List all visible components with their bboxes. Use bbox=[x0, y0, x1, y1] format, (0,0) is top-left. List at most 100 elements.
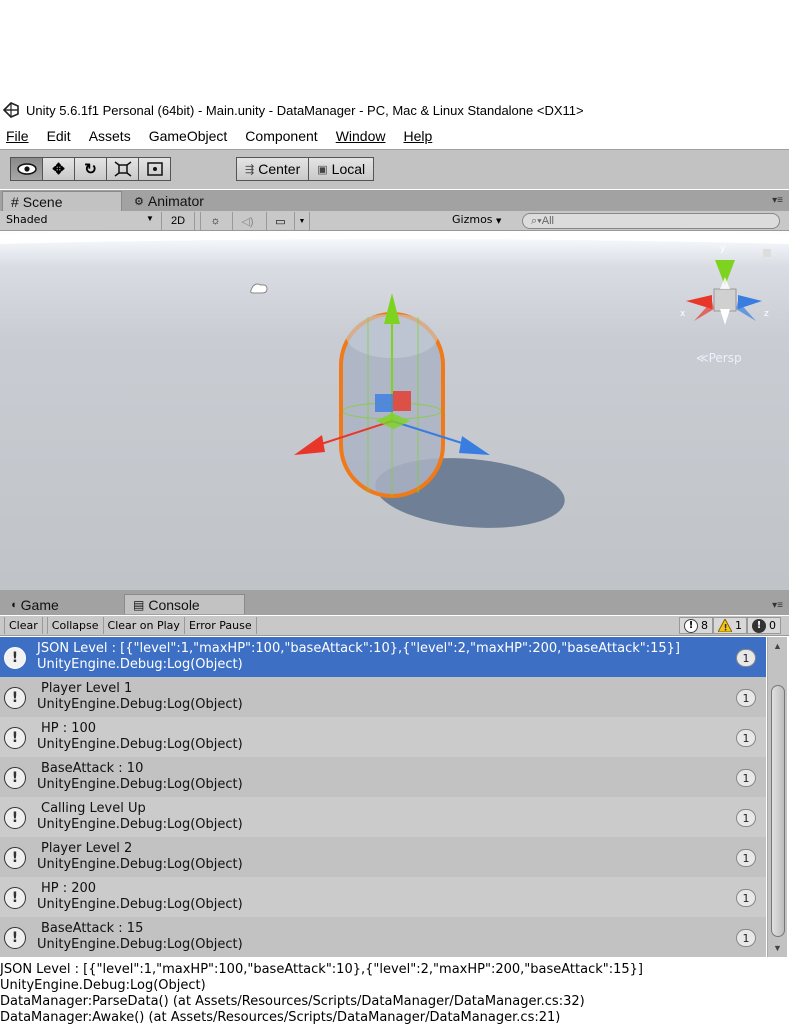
tab-menu-icon[interactable]: ▾≡ bbox=[772, 600, 783, 611]
log-scrollbar[interactable]: ▲ ▼ bbox=[767, 637, 787, 957]
menu-assets[interactable]: Assets bbox=[89, 128, 131, 144]
log-entry[interactable]: ! BaseAttack : 15 UnityEngine.Debug:Log(… bbox=[0, 917, 766, 957]
rotate-tool-button[interactable]: ↻ bbox=[74, 157, 107, 181]
info-icon: ! bbox=[4, 647, 26, 669]
tab-game-label: Game bbox=[20, 597, 59, 613]
menu-window[interactable]: Window bbox=[336, 128, 386, 144]
log-message: BaseAttack : 10 bbox=[41, 761, 144, 776]
scroll-up-icon[interactable]: ▲ bbox=[773, 641, 782, 651]
log-entry[interactable]: ! BaseAttack : 10 UnityEngine.Debug:Log(… bbox=[0, 757, 766, 797]
orientation-gizmo[interactable]: x y z ≪Persp bbox=[680, 244, 771, 365]
tab-console[interactable]: ▤ Console bbox=[124, 594, 245, 614]
main-toolbar: ✥ ↻ ⇶ Center ▣ Local bbox=[0, 149, 789, 189]
error-icon: ! bbox=[752, 618, 766, 633]
log-entry[interactable]: ! Player Level 2 UnityEngine.Debug:Log(O… bbox=[0, 837, 766, 877]
menu-help[interactable]: Help bbox=[403, 128, 432, 144]
log-message: JSON Level : [{"level":1,"maxHP":100,"ba… bbox=[37, 641, 680, 656]
2d-label: 2D bbox=[170, 215, 186, 227]
info-filter-toggle[interactable]: ! 8 bbox=[679, 617, 713, 634]
scrollbar-thumb[interactable] bbox=[771, 685, 785, 937]
animator-icon: ⚙ bbox=[134, 195, 144, 208]
info-icon: ! bbox=[4, 767, 26, 789]
scene-tab-bar: # Scene ⚙ Animator ▾≡ bbox=[0, 190, 789, 211]
search-icon: ⌕▾ bbox=[531, 215, 542, 227]
tab-animator[interactable]: ⚙ Animator bbox=[126, 191, 212, 211]
tab-scene[interactable]: # Scene bbox=[2, 191, 122, 211]
rect-tool-button[interactable] bbox=[138, 157, 171, 181]
log-collapse-count: 1 bbox=[736, 809, 756, 827]
effects-dropdown[interactable]: ▼ bbox=[294, 212, 310, 230]
pivot-local-label: Local bbox=[331, 161, 366, 177]
tab-menu-icon[interactable]: ▾≡ bbox=[772, 195, 783, 206]
tab-animator-label: Animator bbox=[147, 193, 204, 209]
console-log-list[interactable]: ! JSON Level : [{"level":1,"maxHP":100,"… bbox=[0, 637, 766, 957]
hand-tool-button[interactable] bbox=[10, 157, 43, 181]
log-message: Calling Level Up bbox=[41, 801, 146, 816]
error-filter-toggle[interactable]: ! 0 bbox=[747, 617, 781, 634]
audio-toggle[interactable]: ◁) bbox=[232, 212, 262, 230]
menu-bar: File Edit Assets GameObject Component Wi… bbox=[0, 124, 789, 148]
rect-transform-icon bbox=[146, 162, 163, 176]
log-entry[interactable]: ! Player Level 1 UnityEngine.Debug:Log(O… bbox=[0, 677, 766, 717]
2d-toggle[interactable]: 2D bbox=[161, 212, 195, 230]
pivot-center-button[interactable]: ⇶ Center bbox=[236, 157, 310, 181]
log-source: UnityEngine.Debug:Log(Object) bbox=[37, 937, 243, 952]
warning-filter-toggle[interactable]: ! 1 bbox=[713, 617, 747, 634]
clear-button[interactable]: Clear bbox=[4, 617, 43, 634]
info-icon: ! bbox=[4, 887, 26, 909]
log-message: Player Level 2 bbox=[41, 841, 133, 856]
scene-search-input[interactable]: ⌕▾All bbox=[522, 213, 780, 229]
error-pause-button[interactable]: Error Pause bbox=[185, 617, 257, 634]
tab-game[interactable]: ◖ Game bbox=[2, 595, 67, 615]
detail-line[interactable]: DataManager:ParseData() (at Assets/Resou… bbox=[0, 994, 789, 1010]
scene-canvas[interactable]: x y z ≪Persp bbox=[0, 231, 789, 590]
z-axis-arrow[interactable] bbox=[459, 436, 490, 455]
move-tool-button[interactable]: ✥ bbox=[42, 157, 75, 181]
effects-toggle[interactable]: ▭ bbox=[266, 212, 294, 230]
projection-text: Persp bbox=[709, 351, 742, 365]
menu-component[interactable]: Component bbox=[245, 128, 317, 144]
warning-count: 1 bbox=[735, 619, 742, 632]
x-axis-arrow[interactable] bbox=[294, 435, 325, 455]
tab-console-label: Console bbox=[148, 596, 200, 613]
window-title-bar: Unity 5.6.1f1 Personal (64bit) - Main.un… bbox=[0, 98, 789, 122]
log-collapse-count: 1 bbox=[736, 849, 756, 867]
console-icon: ▤ bbox=[133, 597, 145, 612]
error-count: 0 bbox=[769, 619, 776, 632]
lighting-toggle[interactable]: ☼ bbox=[200, 212, 230, 230]
log-collapse-count: 1 bbox=[736, 929, 756, 947]
projection-label[interactable]: ≪Persp bbox=[696, 351, 742, 365]
eye-icon bbox=[16, 163, 37, 175]
log-entry[interactable]: ! Calling Level Up UnityEngine.Debug:Log… bbox=[0, 797, 766, 837]
horizon-line bbox=[0, 231, 789, 244]
gizmos-dropdown[interactable]: Gizmos ▼ bbox=[452, 213, 501, 226]
log-source: UnityEngine.Debug:Log(Object) bbox=[37, 897, 243, 912]
axis-x-label: x bbox=[680, 309, 686, 319]
collapse-button[interactable]: Collapse bbox=[46, 617, 104, 634]
log-entry[interactable]: ! HP : 200 UnityEngine.Debug:Log(Object)… bbox=[0, 877, 766, 917]
menu-gameobject[interactable]: GameObject bbox=[149, 128, 228, 144]
dropdown-arrow-icon: ▼ bbox=[496, 217, 502, 225]
log-detail-pane[interactable]: JSON Level : [{"level":1,"maxHP":100,"ba… bbox=[0, 962, 789, 1030]
menu-file[interactable]: File bbox=[6, 128, 29, 144]
clear-on-play-button[interactable]: Clear on Play bbox=[104, 617, 185, 634]
pivot-local-button[interactable]: ▣ Local bbox=[308, 157, 375, 181]
y-axis-arrow[interactable] bbox=[384, 293, 400, 324]
unity-logo-icon bbox=[2, 102, 19, 118]
log-entry[interactable]: ! JSON Level : [{"level":1,"maxHP":100,"… bbox=[0, 637, 766, 677]
scale-tool-button[interactable] bbox=[106, 157, 139, 181]
log-collapse-count: 1 bbox=[736, 649, 756, 667]
grid-icon: # bbox=[11, 193, 19, 210]
log-message: HP : 200 bbox=[41, 881, 97, 896]
detail-line[interactable]: DataManager:Awake() (at Assets/Resources… bbox=[0, 1010, 789, 1026]
menu-edit[interactable]: Edit bbox=[47, 128, 71, 144]
shading-mode-dropdown[interactable]: Shaded bbox=[6, 213, 47, 226]
log-message: BaseAttack : 15 bbox=[41, 921, 144, 936]
log-entry[interactable]: ! HP : 100 UnityEngine.Debug:Log(Object)… bbox=[0, 717, 766, 757]
console-toolbar: Clear Collapse Clear on Play Error Pause… bbox=[0, 616, 789, 636]
rotate-icon: ↻ bbox=[84, 161, 97, 178]
log-source: UnityEngine.Debug:Log(Object) bbox=[37, 817, 243, 832]
log-message: HP : 100 bbox=[41, 721, 97, 736]
scene-viewport[interactable]: x y z ≪Persp bbox=[0, 231, 789, 590]
scroll-down-icon[interactable]: ▼ bbox=[773, 943, 782, 953]
